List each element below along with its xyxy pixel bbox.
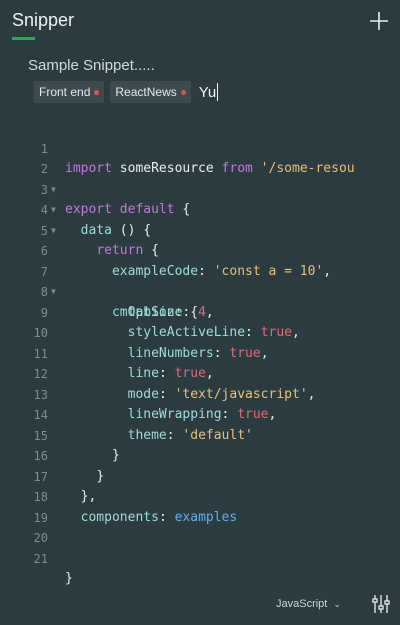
tag-chip[interactable]: ReactNews xyxy=(110,81,191,103)
code-editor[interactable]: 1 import someResource from '/some-resou … xyxy=(0,118,400,587)
code-line: 14 theme: 'default' xyxy=(0,385,400,443)
code-line: 1 import someResource from '/some-resou xyxy=(0,118,400,177)
app-header: Snipper xyxy=(0,0,400,44)
code-line: 2 ▼ export default { xyxy=(0,139,400,217)
code-line: 17 }, xyxy=(0,446,400,505)
tag-remove-dot-icon[interactable] xyxy=(94,89,100,95)
code-line: 3 ▼ data () { xyxy=(0,159,400,238)
tag-remove-dot-icon[interactable] xyxy=(180,89,186,95)
code-line: 7 ▼ cmOption: { xyxy=(0,241,400,320)
code-line: 21 } xyxy=(0,528,400,587)
tag-input-value: Yu xyxy=(198,83,217,101)
code-line: 10 lineNumbers: true, xyxy=(0,303,400,361)
code-line: 16 } xyxy=(0,426,400,484)
code-token: } xyxy=(65,571,73,586)
code-line: 19 xyxy=(0,487,400,525)
code-line: 18 components: examples xyxy=(0,467,400,525)
title-active-underline xyxy=(12,37,35,40)
tag-input[interactable]: Yu xyxy=(199,81,219,103)
code-line: 12 mode: 'text/javascript', xyxy=(0,344,400,402)
line-number: 21 xyxy=(33,551,48,566)
tag-list: Front end ReactNews Yu xyxy=(34,81,219,103)
plus-icon[interactable] xyxy=(368,10,390,32)
tag-chip[interactable]: Front end xyxy=(34,81,105,103)
language-select[interactable]: JavaScript ⌄ xyxy=(276,598,341,610)
code-line: 6 exampleCode: 'const a = 10', xyxy=(0,221,400,279)
code-line: 11 line: true, xyxy=(0,323,400,382)
tag-label: Front end xyxy=(39,85,91,99)
code-line: 9 styleActiveLine: true, xyxy=(0,282,400,341)
language-label: JavaScript xyxy=(276,598,328,610)
text-caret xyxy=(217,83,219,101)
code-line: 4 ▼ return { xyxy=(0,180,400,258)
tag-label: ReactNews xyxy=(115,85,177,99)
code-line: 5 xyxy=(0,200,400,238)
app-title: Snipper xyxy=(12,10,75,30)
code-line: 20 xyxy=(0,508,400,545)
sliders-icon[interactable] xyxy=(372,594,390,614)
code-line: 15 } xyxy=(0,405,400,464)
chevron-down-icon: ⌄ xyxy=(333,598,341,609)
snippet-title[interactable]: Sample Snippet..... xyxy=(28,57,155,74)
code-line: 13 lineWrapping: true, xyxy=(0,364,400,423)
code-line: 8 tabSize: 4, xyxy=(0,262,400,320)
